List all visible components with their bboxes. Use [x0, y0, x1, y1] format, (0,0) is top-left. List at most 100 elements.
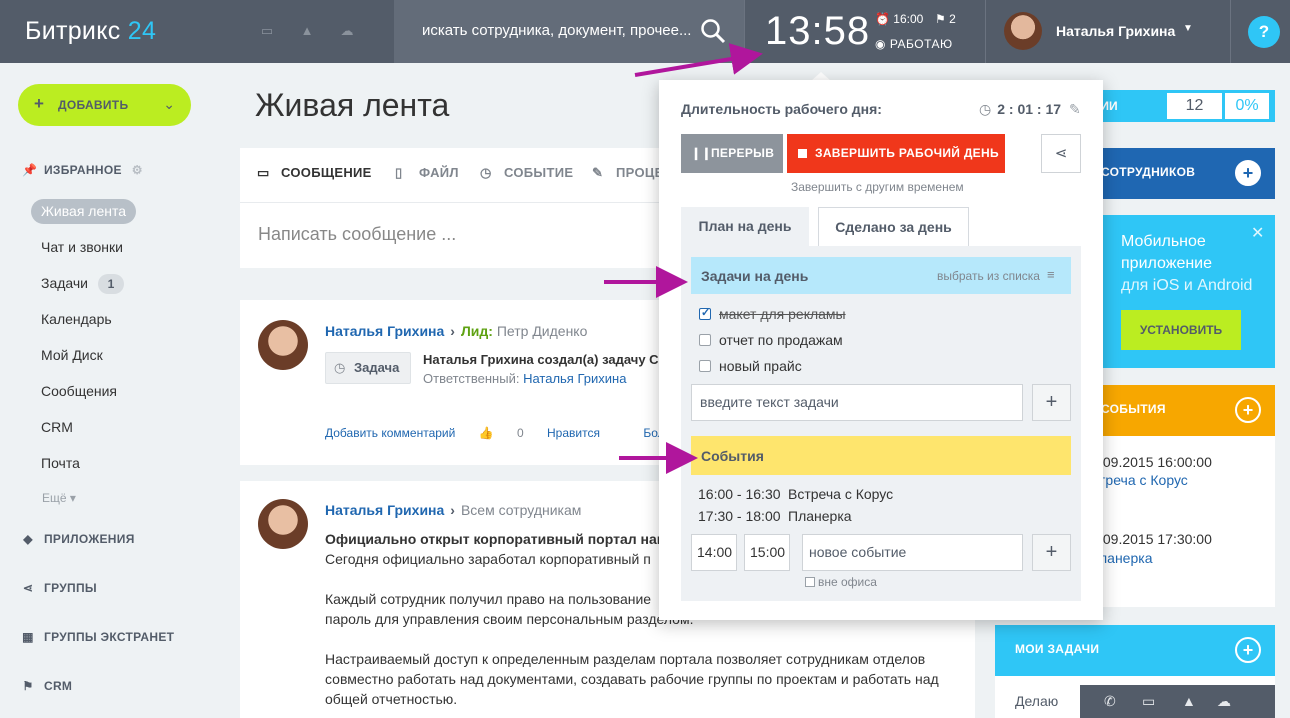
sidebar-item-crm[interactable]: CRM: [41, 419, 73, 435]
phone-icon[interactable]: ✆: [1104, 693, 1116, 710]
event-link[interactable]: треча с Корус: [1099, 472, 1188, 488]
tab-day-done[interactable]: Сделано за день: [818, 207, 969, 247]
chat-icon[interactable]: ▭: [1142, 693, 1155, 710]
author-link[interactable]: Наталья Грихина: [325, 323, 444, 339]
caret-down-icon: ▼: [1183, 23, 1193, 34]
post-task-line: Наталья Грихина создал(а) задачу С: [423, 352, 659, 367]
more-link[interactable]: Ещё ▾: [42, 491, 76, 505]
task-item[interactable]: макет для рекламы: [699, 306, 846, 322]
add-comment-link[interactable]: Добавить комментарий: [325, 426, 455, 440]
top-header: Битрикс 24 ▭ ▲ ☁ искать сотрудника, доку…: [0, 0, 1290, 63]
cloud-icon[interactable]: ☁: [1217, 693, 1231, 710]
sidebar-item-tasks[interactable]: Задачи 1: [41, 274, 125, 294]
user-menu[interactable]: Наталья Грихина ▼: [985, 0, 1230, 63]
sidebar-group-groups[interactable]: ⋖ ГРУППЫ: [20, 581, 97, 595]
bottom-dock: ✆ ▭ ▲ ☁: [1080, 685, 1275, 718]
menu-icon[interactable]: ≡: [1047, 267, 1055, 282]
responsible-link[interactable]: Наталья Грихина: [523, 371, 626, 386]
message-icon: ▭: [257, 165, 270, 180]
apps-icon: ◆: [23, 532, 33, 546]
add-event-button[interactable]: +: [1032, 534, 1071, 571]
plus-icon[interactable]: +: [1235, 160, 1261, 186]
add-task-button[interactable]: +: [1032, 384, 1071, 421]
flag-icon: ⚑: [22, 679, 34, 693]
author-link[interactable]: Наталья Грихина: [325, 502, 444, 518]
search-placeholder: искать сотрудника, документ, прочее...: [422, 22, 692, 39]
sidebar-item-calendar[interactable]: Календарь: [41, 311, 112, 327]
plus-icon[interactable]: +: [1235, 637, 1261, 663]
bell-icon[interactable]: ▲: [1182, 693, 1196, 709]
tab-event[interactable]: ◷ СОБЫТИЕ: [480, 165, 573, 181]
tab-file[interactable]: ▯ ФАЙЛ: [395, 165, 459, 181]
like-button[interactable]: 👍 0 Нравится: [479, 426, 620, 440]
file-icon: ▯: [395, 165, 403, 180]
thumb-up-icon: 👍: [478, 426, 494, 440]
clock-icon: ◷: [979, 101, 992, 117]
plus-icon: +: [34, 94, 44, 113]
message-input[interactable]: Написать сообщение ...: [258, 224, 456, 245]
event-row[interactable]: 17:30 - 18:00 Планерка: [698, 508, 852, 524]
add-button[interactable]: + ДОБАВИТЬ ⌄: [18, 84, 191, 126]
lead-name[interactable]: Петр Диденко: [497, 323, 588, 339]
new-event-input[interactable]: новое событие: [802, 534, 1023, 571]
event-link[interactable]: ланерка: [1099, 550, 1152, 566]
task-text-input[interactable]: введите текст задачи: [691, 384, 1023, 421]
sidebar-group-apps[interactable]: ◆ ПРИЛОЖЕНИЯ: [20, 532, 135, 546]
stop-icon: [798, 149, 807, 158]
install-button[interactable]: УСТАНОВИТЬ: [1121, 310, 1241, 350]
sidebar-item-disk[interactable]: Мой Диск: [41, 347, 103, 363]
pause-button[interactable]: ❙❙ ПЕРЕРЫВ: [681, 134, 783, 173]
search-input[interactable]: искать сотрудника, документ, прочее...: [394, 0, 744, 63]
help-button[interactable]: ?: [1248, 16, 1280, 48]
flag-count: ⚑ 2: [935, 12, 956, 26]
sidebar-group-extranet[interactable]: ▦ ГРУППЫ ЭКСТРАНЕТ: [20, 630, 174, 644]
plus-icon[interactable]: +: [1235, 397, 1261, 423]
clock-icon: ◷: [480, 165, 492, 180]
checkbox[interactable]: [699, 334, 711, 346]
events-header: События: [691, 436, 1071, 475]
event-row[interactable]: 16:00 - 16:30 Встреча с Корус: [698, 486, 893, 502]
sidebar-item-chat[interactable]: Чат и звонки: [41, 239, 123, 255]
tab-day-plan[interactable]: План на день: [681, 207, 809, 247]
event-start-time[interactable]: 14:00: [691, 534, 737, 571]
duration-value: ◷ 2 : 01 : 17 ✎: [979, 101, 1081, 117]
tab-message[interactable]: ▭ СООБЩЕНИЕ: [257, 165, 372, 181]
event-end-time[interactable]: 15:00: [744, 534, 790, 571]
event-date: .09.2015 16:00:00: [1099, 454, 1212, 470]
gear-icon[interactable]: ⚙: [132, 163, 143, 177]
share-button[interactable]: ⋖: [1041, 134, 1081, 173]
sidebar-item-messages[interactable]: Сообщения: [41, 383, 117, 399]
avatar[interactable]: [258, 320, 308, 370]
checkbox[interactable]: [699, 306, 711, 320]
finish-day-button[interactable]: ЗАВЕРШИТЬ РАБОЧИЙ ДЕНЬ: [787, 134, 1005, 173]
page-title: Живая лента: [255, 87, 450, 123]
tab-process[interactable]: ✎ ПРОЦЕ: [592, 165, 664, 181]
sidebar-item-live-feed[interactable]: Живая лента: [31, 199, 137, 224]
stop-circle-icon: ◉: [875, 37, 886, 51]
sidebar-item-mail[interactable]: Почта: [41, 455, 80, 471]
favorites-header[interactable]: 📌 ИЗБРАННОЕ ⚙: [22, 163, 143, 177]
logo[interactable]: Битрикс 24: [25, 17, 156, 46]
search-icon[interactable]: [700, 18, 726, 44]
pick-from-list-link[interactable]: выбрать из списка: [937, 269, 1040, 283]
checkbox[interactable]: [699, 360, 711, 372]
work-day-popup: Длительность рабочего дня: ◷ 2 : 01 : 17 ✎…: [659, 80, 1103, 620]
my-tasks-label: МОИ ЗАДАЧИ: [1015, 642, 1100, 656]
checkbox[interactable]: [805, 577, 815, 587]
offsite-checkbox[interactable]: вне офиса: [805, 575, 877, 589]
tasks-count-badge: 1: [98, 274, 125, 294]
close-icon[interactable]: ✕: [1251, 223, 1264, 243]
tasks-doing-label[interactable]: Делаю: [1015, 693, 1058, 709]
task-item[interactable]: отчет по продажам: [699, 332, 843, 348]
finish-other-time-link[interactable]: Завершить с другим временем: [791, 180, 964, 194]
edit-icon: ✎: [592, 165, 604, 180]
pencil-icon[interactable]: ✎: [1069, 101, 1081, 117]
avatar[interactable]: [258, 499, 308, 549]
my-tasks-bar[interactable]: МОИ ЗАДАЧИ +: [995, 625, 1275, 676]
cloud-icon[interactable]: ☁: [338, 24, 356, 38]
sidebar-group-crm[interactable]: ⚑ CRM: [20, 679, 72, 693]
chat-icon[interactable]: ▭: [258, 24, 276, 38]
task-item[interactable]: новый прайс: [699, 358, 802, 374]
work-time-widget[interactable]: 13:58 ⏰ 16:00 ⚑ 2 ◉ РАБОТАЮ: [744, 0, 985, 63]
bell-icon[interactable]: ▲: [298, 24, 316, 38]
